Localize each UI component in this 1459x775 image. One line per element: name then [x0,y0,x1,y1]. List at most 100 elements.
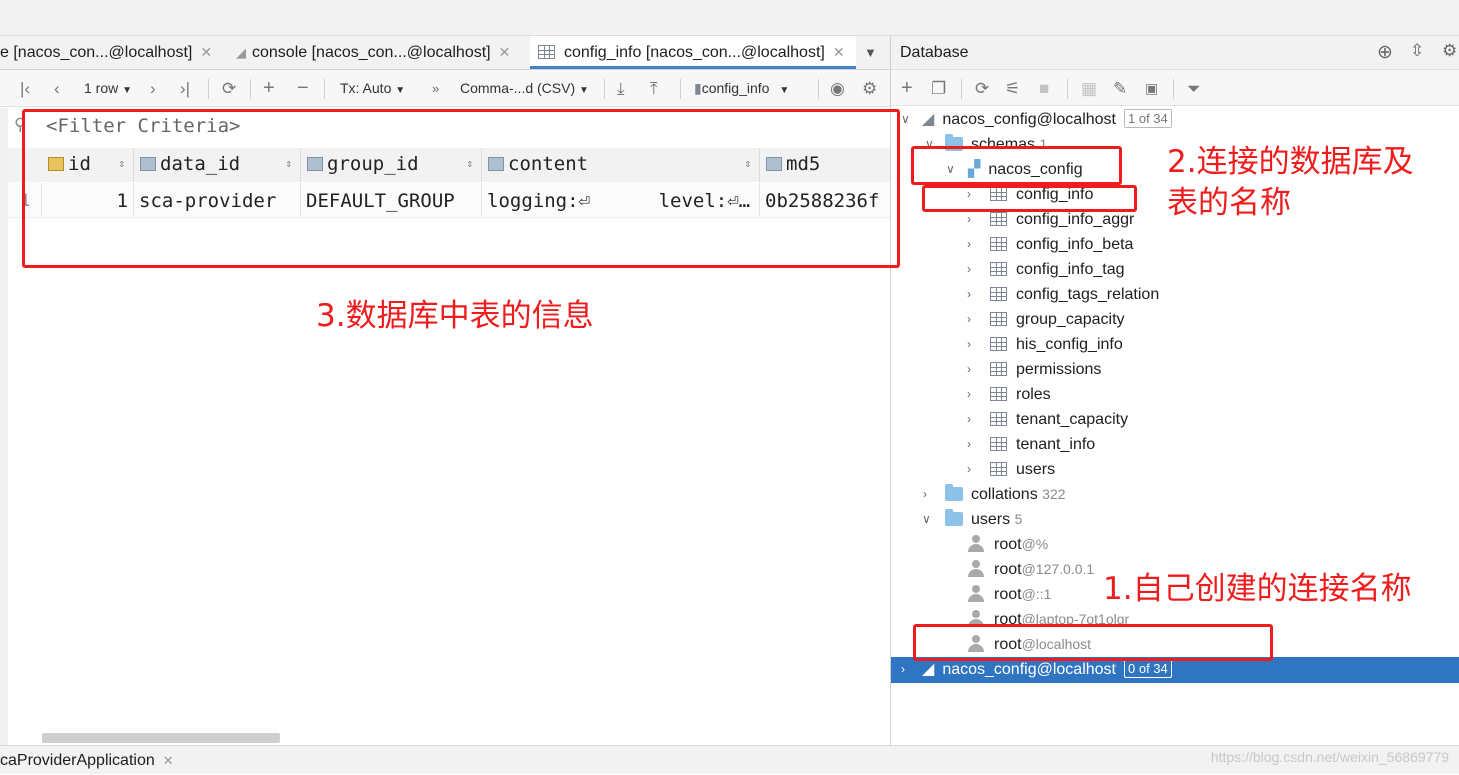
collapse-icon[interactable]: ⇳ [1410,41,1424,61]
chevron-right-icon[interactable]: › [967,357,971,382]
target-icon[interactable]: ⊕ [1377,41,1393,64]
results-toolbar: |‹ ‹ 1 row ▼ › ›| ⟳ + − Tx: Auto ▼ » Com… [0,70,890,107]
refresh-icon[interactable]: ⟳ [222,70,236,107]
chevron-right-icon[interactable]: › [967,232,971,257]
collations-node[interactable]: collations 322 [945,482,1066,507]
eye-icon[interactable]: ◉ [830,70,845,107]
table-node-his-config-info[interactable]: his_config_info [990,332,1123,357]
table-node-config-info-beta[interactable]: config_info_beta [990,232,1133,257]
users-node[interactable]: users 5 [945,507,1022,532]
table-node-tenant-info[interactable]: tenant_info [990,432,1095,457]
chevron-right-icon[interactable]: › [967,332,971,357]
run-config-tab[interactable]: caProviderApplication ✕ [0,746,174,775]
user-icon [968,585,984,602]
table-node-tenant-capacity[interactable]: tenant_capacity [990,407,1128,432]
chevron-down-icon[interactable]: ∨ [922,507,931,532]
chevron-right-icon[interactable]: › [967,282,971,307]
mysql-icon: ◢ [922,661,935,678]
table-name: tenant_info [1016,436,1096,453]
second-connection-name: nacos_config@localhost [942,661,1116,678]
table-node-permissions[interactable]: permissions [990,357,1101,382]
close-icon[interactable]: ✕ [200,44,212,60]
table-icon [990,262,1007,276]
table-node-group-capacity[interactable]: group_capacity [990,307,1125,332]
download-icon[interactable]: ⤓ [617,70,625,107]
chevron-right-icon[interactable]: › [967,432,971,457]
user-node[interactable]: root@::1 [968,582,1051,607]
table-selector-icon: ▮ [694,80,702,96]
table-name: users [1016,461,1056,478]
annotation-box-table [922,185,1137,212]
row-count-selector[interactable]: 1 row ▼ [84,70,132,107]
table-icon [538,45,555,59]
chevron-right-icon[interactable]: › [967,382,971,407]
first-page-icon[interactable]: |‹ [20,70,30,107]
add-row-icon[interactable]: + [263,70,275,107]
last-page-icon[interactable]: ›| [180,70,190,107]
refresh-icon[interactable]: ⟳ [975,70,989,107]
table-name: permissions [1016,361,1102,378]
user-node[interactable]: root@% [968,532,1048,557]
chevron-down-icon[interactable]: ∨ [901,107,910,132]
table-node-users[interactable]: users [990,457,1055,482]
chevron-right-icon[interactable]: › [923,482,927,507]
settings-icon[interactable]: ⚙ [1442,41,1457,61]
chevron-down-icon[interactable]: ▼ [864,36,888,69]
chevron-right-icon[interactable]: › [967,407,971,432]
annotation-box-connection [913,624,1273,661]
gear-icon[interactable]: ⚙ [862,70,877,107]
horizontal-scrollbar[interactable] [42,733,280,743]
chevron-right-icon[interactable]: › [967,457,971,482]
chevron-right-icon[interactable]: › [967,307,971,332]
table-icon [990,462,1007,476]
table-icon [990,412,1007,426]
table-node-roles[interactable]: roles [990,382,1051,407]
collations-count: 322 [1042,486,1066,502]
edit-icon[interactable]: ✎ [1113,70,1127,107]
tab-config-info[interactable]: config_info [nacos_con...@localhost] ✕ [530,36,856,69]
table-view-icon[interactable]: ▦ [1081,70,1097,107]
left-gutter [0,108,8,748]
separator [1067,79,1068,99]
table-name: config_tags_relation [1016,286,1160,303]
separator [324,79,325,99]
connection-node[interactable]: ◢ nacos_config@localhost 1 of 34 [922,107,1172,132]
tx-mode-selector[interactable]: Tx: Auto ▼ [340,70,405,107]
annotation-box-table-data [22,109,900,268]
separator [961,79,962,99]
chevron-right-icon[interactable]: › [901,657,905,682]
tab-console[interactable]: ◢ console [nacos_con...@localhost] ✕ [236,36,526,69]
user-name: root [994,586,1022,603]
export-format-selector[interactable]: Comma-...d (CSV) ▼ [460,70,589,107]
connection-name: nacos_config@localhost [942,111,1116,128]
chevron-right-icon[interactable]: › [967,257,971,282]
sync-icon[interactable]: ⚟ [1005,70,1020,107]
table-name: roles [1016,386,1051,403]
next-page-icon[interactable]: › [150,70,156,107]
close-icon[interactable]: ✕ [833,44,845,60]
table-name: config_info_aggr [1016,211,1135,228]
table-node-config-tags-relation[interactable]: config_tags_relation [990,282,1159,307]
separator [680,79,681,99]
row-count-label: 1 row [84,80,119,96]
table-selector[interactable]: ▮config_info ▼ [694,70,789,107]
table-name: config_info_beta [1016,236,1134,253]
user-node[interactable]: root@127.0.0.1 [968,557,1094,582]
upload-icon[interactable]: ⤒ [650,70,658,107]
close-icon[interactable]: ✕ [499,44,511,60]
delete-row-icon[interactable]: − [297,70,309,107]
filter-icon[interactable]: ⏷ [1187,70,1201,107]
run-config-label: caProviderApplication [0,752,155,769]
add-icon[interactable]: + [901,70,913,107]
copy-icon[interactable]: ❐ [931,70,946,107]
close-icon[interactable]: ✕ [163,753,174,768]
stop-icon[interactable]: ■ [1039,70,1049,107]
prev-page-icon[interactable]: ‹ [54,70,60,107]
second-connection-badge: 0 of 34 [1124,659,1172,678]
user-name: root [994,561,1022,578]
table-node-config-info-tag[interactable]: config_info_tag [990,257,1125,282]
table-icon [990,437,1007,451]
more-icon[interactable]: » [432,70,439,107]
query-console-icon[interactable]: ▣ [1145,70,1158,107]
tab-console-prev[interactable]: e [nacos_con...@localhost] ✕ [0,36,222,69]
